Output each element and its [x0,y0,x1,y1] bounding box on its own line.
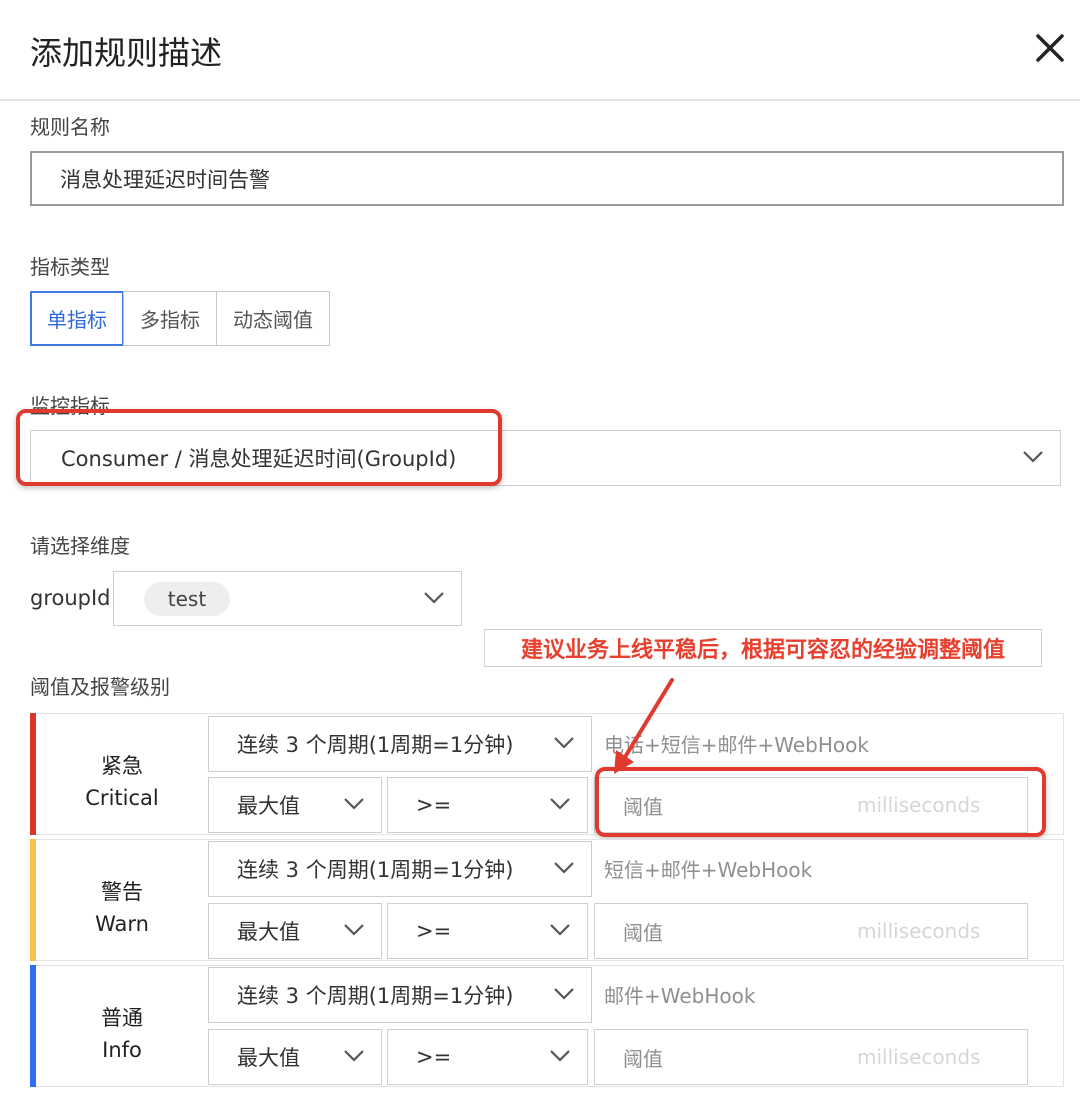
rule-name-label: 规则名称 [30,115,110,139]
dimension-label: 请选择维度 [30,534,130,558]
info-period-select[interactable]: 连续 3 个周期(1周期=1分钟) [208,967,592,1023]
info-operator-select[interactable]: >= [387,1029,588,1085]
warn-operator-select[interactable]: >= [387,903,588,959]
info-stat-value: 最大值 [237,1046,300,1070]
chevron-down-icon [424,591,444,604]
chevron-down-icon [554,988,574,1000]
warn-operator-value: >= [416,919,452,943]
critical-period-select[interactable]: 连续 3 个周期(1周期=1分钟) [208,716,592,772]
info-operator-value: >= [416,1045,452,1069]
metric-type-multi-tab[interactable]: 多指标 [123,291,217,346]
chevron-down-icon [1023,451,1043,463]
close-icon[interactable] [1030,28,1070,68]
warn-stat-select[interactable]: 最大值 [208,903,382,959]
metric-type-single-tab[interactable]: 单指标 [30,291,124,346]
level-warn-name: 警告 Warn [36,876,208,940]
chevron-down-icon [554,737,574,749]
info-stat-select[interactable]: 最大值 [208,1029,382,1085]
level-critical-cn: 紧急 [101,754,143,778]
highlight-monitor-metric [16,409,502,486]
warn-stat-value: 最大值 [237,920,300,944]
annotation-text: 建议业务上线平稳后，根据可容忍的经验调整阈值 [520,638,1005,663]
info-period-value: 连续 3 个周期(1周期=1分钟) [237,984,514,1008]
annotation-arrow [614,678,674,774]
metric-type-label: 指标类型 [30,255,110,279]
metric-type-dynamic-tab[interactable]: 动态阈值 [216,291,330,346]
info-threshold-placeholder: 阈值 [623,1046,663,1071]
warn-period-select[interactable]: 连续 3 个周期(1周期=1分钟) [208,841,592,897]
chevron-down-icon [554,862,574,874]
header-divider [0,99,1080,101]
warn-threshold-input[interactable]: 阈值 milliseconds [594,903,1028,959]
chevron-down-icon [550,798,570,810]
level-info-name: 普通 Info [36,1002,208,1066]
chevron-down-icon [550,1050,570,1062]
level-warn-en: Warn [95,912,149,936]
warn-threshold-placeholder: 阈值 [623,920,663,945]
groupid-select[interactable]: test [113,571,462,626]
critical-stat-value: 最大值 [237,794,300,818]
chevron-down-icon [550,924,570,936]
info-threshold-input[interactable]: 阈值 milliseconds [594,1029,1028,1085]
warn-channels: 短信+邮件+WebHook [604,858,813,882]
info-threshold-unit: milliseconds [857,1045,981,1069]
chevron-down-icon [344,1050,364,1062]
critical-operator-select[interactable]: >= [387,777,588,833]
dialog-title: 添加规则描述 [30,34,223,72]
critical-stat-select[interactable]: 最大值 [208,777,382,833]
groupid-tag-label: test [167,587,207,611]
info-channels: 邮件+WebHook [604,984,756,1008]
critical-period-value: 连续 3 个周期(1周期=1分钟) [237,733,514,757]
groupid-label: groupId: [30,586,118,610]
level-warn-cn: 警告 [101,880,143,904]
chevron-down-icon [344,924,364,936]
groupid-tag[interactable]: test [144,582,230,616]
chevron-down-icon [344,798,364,810]
warn-threshold-unit: milliseconds [857,919,981,943]
level-info-cn: 普通 [101,1006,143,1030]
rule-name-input[interactable]: 消息处理延迟时间告警 [30,151,1064,206]
critical-operator-value: >= [416,793,452,817]
warn-period-value: 连续 3 个周期(1周期=1分钟) [237,858,514,882]
rule-name-value: 消息处理延迟时间告警 [60,167,270,192]
annotation-callout: 建议业务上线平稳后，根据可容忍的经验调整阈值 [484,629,1042,667]
threshold-label: 阈值及报警级别 [30,675,170,699]
level-critical-en: Critical [85,786,159,810]
level-critical-name: 紧急 Critical [36,750,208,814]
level-info-en: Info [102,1038,142,1062]
